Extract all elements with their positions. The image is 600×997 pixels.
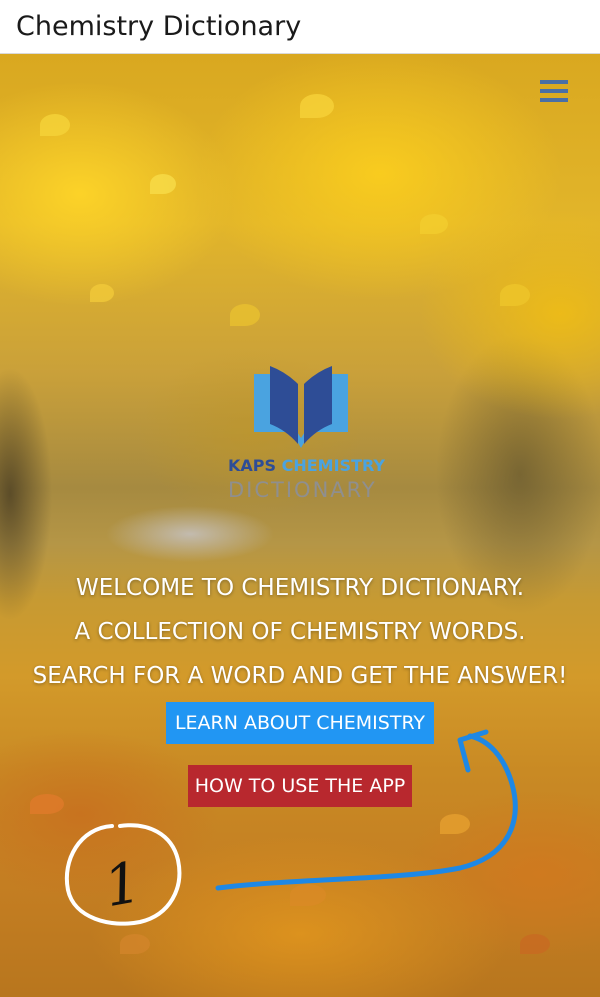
app-screen: Chemistry Dictionary KAPS CHEMISTRY DICT… — [0, 0, 600, 997]
learn-about-chemistry-button[interactable]: LEARN ABOUT CHEMISTRY — [166, 702, 434, 744]
how-to-use-app-button[interactable]: HOW TO USE THE APP — [188, 765, 412, 807]
app-bar: Chemistry Dictionary — [0, 0, 600, 54]
leaf-decoration — [120, 934, 150, 954]
logo-title: KAPS CHEMISTRY — [228, 456, 385, 475]
leaf-decoration — [40, 114, 70, 136]
leaf-decoration — [300, 94, 334, 118]
logo-kaps-text: KAPS — [228, 456, 277, 475]
leaf-decoration — [500, 284, 530, 306]
leaf-decoration — [520, 934, 550, 954]
hamburger-menu-icon[interactable] — [540, 80, 568, 104]
app-title: Chemistry Dictionary — [16, 11, 302, 42]
welcome-line-1: WELCOME TO CHEMISTRY DICTIONARY. — [75, 575, 525, 601]
welcome-line-2: A COLLECTION OF CHEMISTRY WORDS. — [74, 619, 526, 645]
leaf-decoration — [30, 794, 64, 814]
leaf-decoration — [440, 814, 470, 834]
welcome-line-3: SEARCH FOR A WORD AND GET THE ANSWER! — [32, 663, 568, 689]
leaf-decoration — [230, 304, 260, 326]
book-icon — [254, 366, 348, 448]
leaf-decoration — [290, 884, 326, 906]
logo-chemistry-text: CHEMISTRY — [281, 456, 386, 475]
hero-background — [0, 54, 600, 997]
leaf-decoration — [90, 284, 114, 302]
leaf-decoration — [150, 174, 176, 194]
app-logo: KAPS CHEMISTRY DICTIONARY — [228, 362, 385, 502]
logo-dictionary-text: DICTIONARY — [228, 478, 377, 502]
leaf-decoration — [420, 214, 448, 234]
